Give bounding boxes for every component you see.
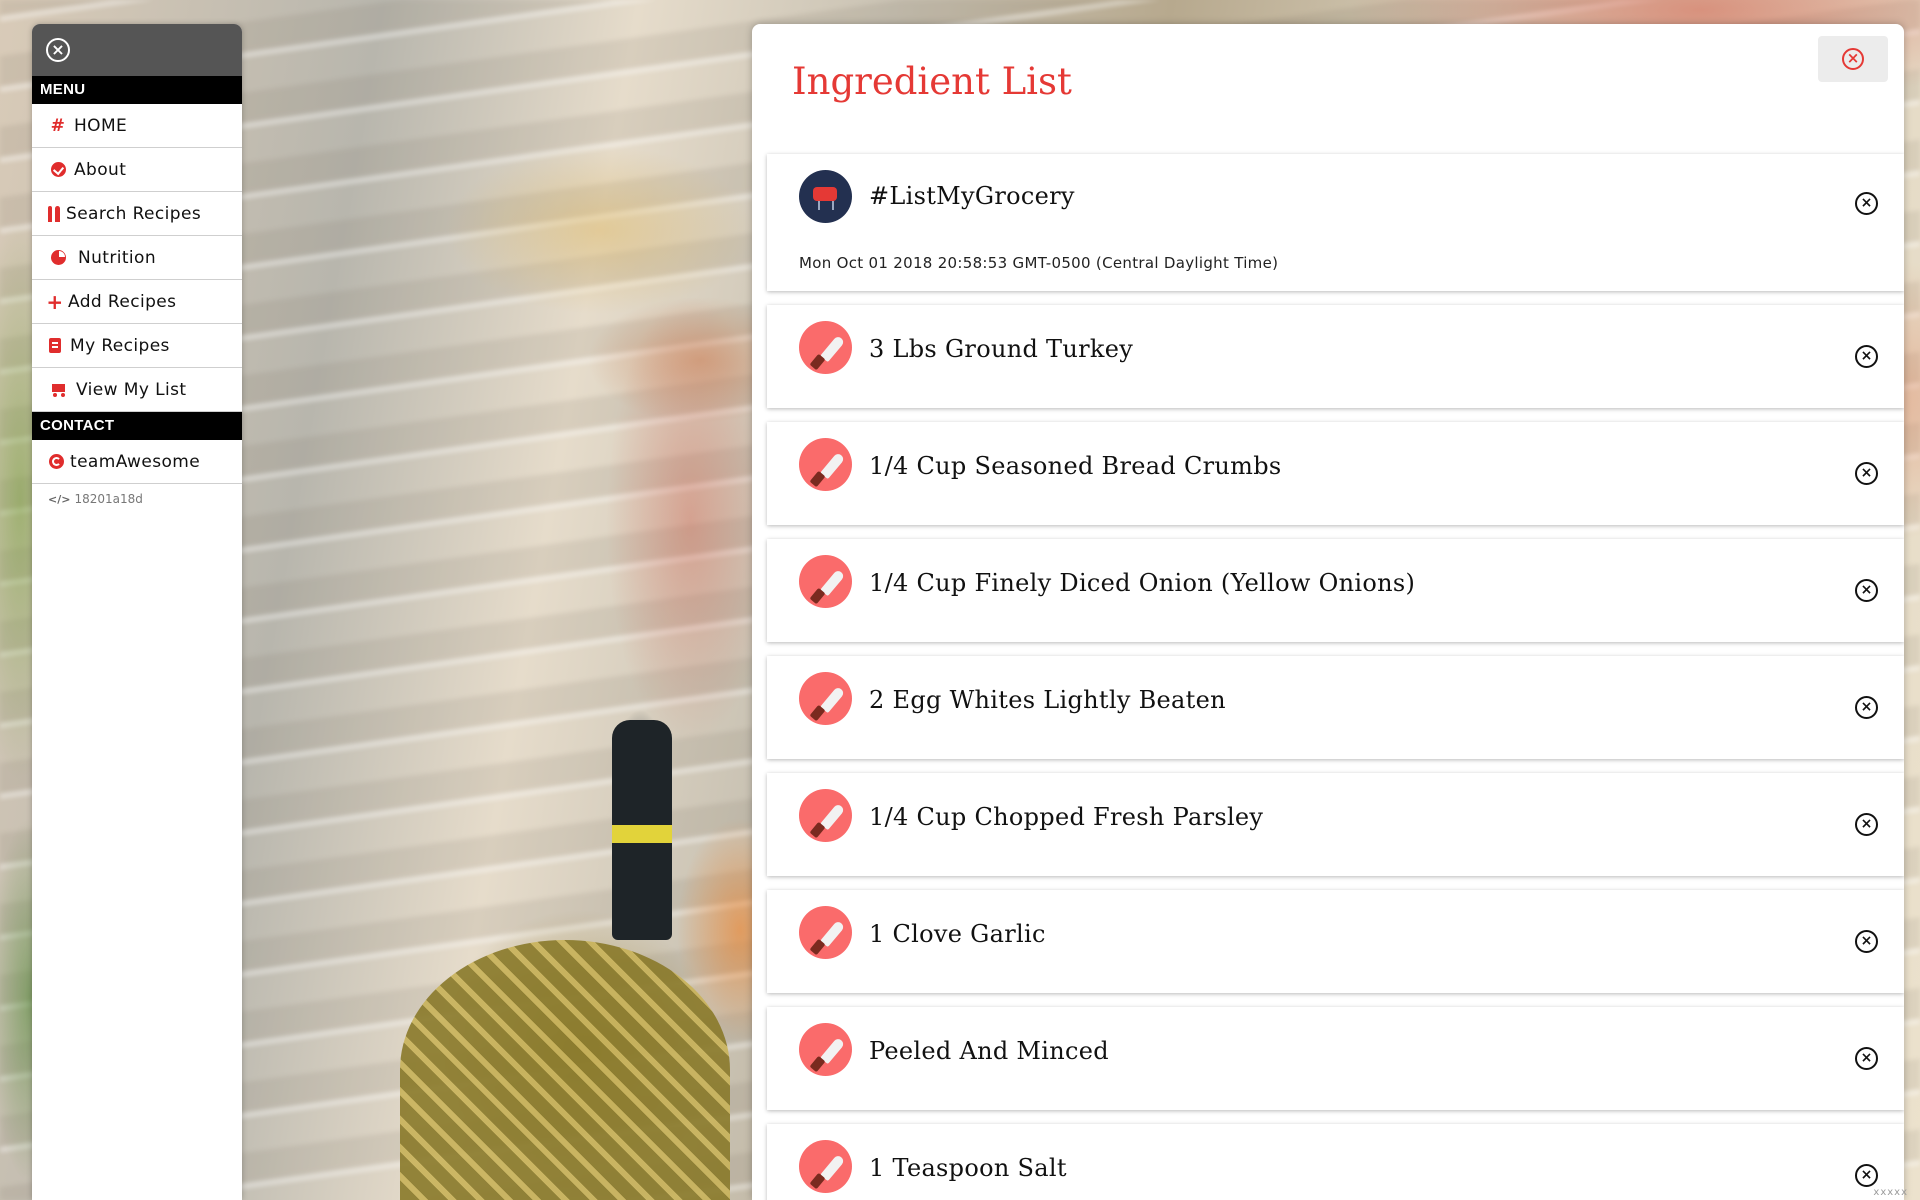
remove-item-icon[interactable]: × [1855,579,1878,602]
sidebar-item-label: HOME [74,115,128,136]
sidebar-item-label: My Recipes [70,335,170,356]
ingredient-label: 1 Clove Garlic [869,920,1046,948]
list-item: 1 Clove Garlic × [767,890,1904,993]
sidebar-item-label: Add Recipes [68,291,177,312]
sidebar-item-nutrition[interactable]: Nutrition [32,236,242,280]
list-name: #ListMyGrocery [869,182,1075,210]
plus-icon: + [46,289,64,314]
ingredient-list-panel: Ingredient List × #ListMyGrocery Mon Oct… [752,24,1904,1200]
hash-icon: # [50,115,66,136]
wine-bottle-image [612,720,672,940]
ingredient-label: 2 Egg Whites Lightly Beaten [869,686,1226,714]
page-title: Ingredient List [792,60,1072,103]
close-panel-button[interactable]: × [1818,36,1888,82]
sidebar-item-my-recipes[interactable]: My Recipes [32,324,242,368]
sidebar-item-home[interactable]: # HOME [32,104,242,148]
sidebar-item-about[interactable]: About [32,148,242,192]
knife-icon [799,438,852,491]
delete-list-icon[interactable]: × [1855,192,1878,215]
book-icon [48,338,62,353]
remove-item-icon[interactable]: × [1855,696,1878,719]
knife-icon [799,555,852,608]
ingredient-label: 3 Lbs Ground Turkey [869,335,1134,363]
list-item: 1/4 Cup Chopped Fresh Parsley × [767,773,1904,876]
sidebar-header: × [32,24,242,76]
code-icon: </> [48,492,71,506]
knife-icon [799,789,852,842]
sidebar-item-label: Search Recipes [66,203,202,224]
knife-icon [799,321,852,374]
ingredient-label: Peeled And Minced [869,1037,1109,1065]
remove-item-icon[interactable]: × [1855,813,1878,836]
mixer-icon [799,170,852,223]
list-date: Mon Oct 01 2018 20:58:53 GMT-0500 (Centr… [799,254,1279,272]
list-item: 2 Egg Whites Lightly Beaten × [767,656,1904,759]
ingredient-label: 1/4 Cup Seasoned Bread Crumbs [869,452,1282,480]
watermark: xxxxx [1873,1187,1908,1198]
copyright-icon [48,454,64,469]
pineapple-image [400,940,730,1200]
knife-icon [799,906,852,959]
sidebar-item-label: teamAwesome [70,451,201,472]
version-label: </> 18201a18d [48,492,143,506]
sidebar-item-team-awesome[interactable]: teamAwesome [32,440,242,484]
contact-heading: CONTACT [32,412,242,440]
sidebar-item-search-recipes[interactable]: Search Recipes [32,192,242,236]
pie-chart-icon [48,250,68,265]
remove-item-icon[interactable]: × [1855,462,1878,485]
menu-heading: MENU [32,76,242,104]
list-item: 1 Teaspoon Salt × [767,1124,1904,1200]
sidebar: × MENU # HOME About Search Recipes Nutri… [32,24,242,1200]
cart-icon [48,382,68,397]
knife-icon [799,672,852,725]
ingredient-label: 1/4 Cup Chopped Fresh Parsley [869,803,1264,831]
sidebar-item-add-recipes[interactable]: + Add Recipes [32,280,242,324]
ingredient-label: 1/4 Cup Finely Diced Onion (Yellow Onion… [869,569,1416,597]
list-item: 1/4 Cup Seasoned Bread Crumbs × [767,422,1904,525]
ingredient-list: #ListMyGrocery Mon Oct 01 2018 20:58:53 … [767,154,1904,1200]
list-header-card: #ListMyGrocery Mon Oct 01 2018 20:58:53 … [767,154,1904,291]
remove-item-icon[interactable]: × [1855,930,1878,953]
sidebar-close-icon[interactable]: × [46,38,70,62]
list-item: 1/4 Cup Finely Diced Onion (Yellow Onion… [767,539,1904,642]
remove-item-icon[interactable]: × [1855,345,1878,368]
list-item: Peeled And Minced × [767,1007,1904,1110]
sidebar-item-label: Nutrition [78,247,157,268]
list-item: 3 Lbs Ground Turkey × [767,305,1904,408]
check-circle-icon [48,162,68,177]
close-icon: × [1842,48,1864,70]
utensils-icon [46,205,62,222]
knife-icon [799,1023,852,1076]
sidebar-item-label: View My List [76,379,187,400]
ingredient-label: 1 Teaspoon Salt [869,1154,1067,1182]
remove-item-icon[interactable]: × [1855,1164,1878,1187]
knife-icon [799,1140,852,1193]
sidebar-item-label: About [74,159,127,180]
remove-item-icon[interactable]: × [1855,1047,1878,1070]
sidebar-item-view-my-list[interactable]: View My List [32,368,242,412]
